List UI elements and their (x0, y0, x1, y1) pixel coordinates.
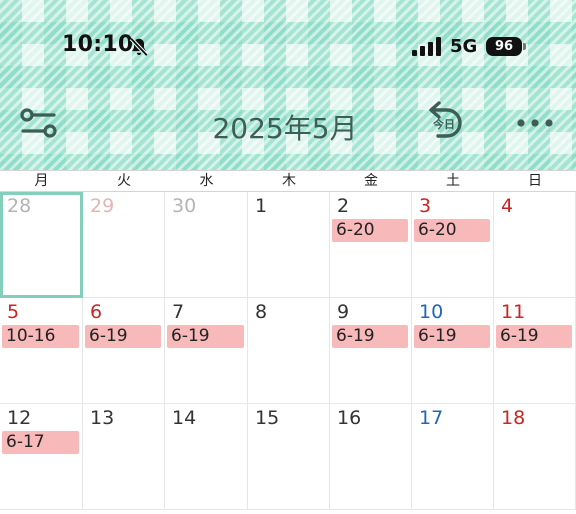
day-number: 2 (337, 195, 350, 217)
battery-indicator: 96 (486, 37, 522, 56)
day-number: 12 (7, 407, 32, 429)
day-number: 5 (7, 301, 20, 323)
day-cell[interactable]: 29 (83, 192, 165, 298)
day-number: 7 (172, 301, 185, 323)
day-cell[interactable]: 18 (494, 404, 576, 510)
status-time: 10:10 (62, 32, 134, 57)
day-number: 10 (419, 301, 444, 323)
day-number: 14 (172, 407, 197, 429)
day-number: 30 (172, 195, 197, 217)
event-chip[interactable]: 6-19 (414, 325, 490, 348)
day-cell[interactable]: 14 (165, 404, 248, 510)
day-cell[interactable]: 7 6-19 (165, 298, 248, 404)
event-chip[interactable]: 6-20 (414, 219, 490, 242)
ellipsis-icon (517, 119, 553, 127)
day-number: 16 (337, 407, 362, 429)
event-chip[interactable]: 6-17 (2, 431, 79, 454)
day-cell[interactable]: 15 (248, 404, 330, 510)
weekday-label: 木 (282, 173, 296, 189)
day-number: 4 (501, 195, 514, 217)
today-button[interactable]: 今日 (420, 100, 470, 146)
day-number: 3 (419, 195, 432, 217)
status-bar: 10:10 5G 96 (0, 0, 576, 92)
day-number: 8 (255, 301, 268, 323)
battery-tip (523, 43, 526, 50)
weekday-label: 金 (364, 173, 378, 189)
event-chip[interactable]: 6-19 (167, 325, 244, 348)
network-type: 5G (450, 36, 478, 57)
day-cell[interactable]: 3 6-20 (412, 192, 494, 298)
month-title: 2025年5月 (212, 112, 358, 145)
day-number: 28 (7, 195, 32, 217)
day-cell[interactable]: 9 6-19 (330, 298, 412, 404)
day-cell[interactable]: 1 (248, 192, 330, 298)
day-number: 1 (255, 195, 268, 217)
day-number: 9 (337, 301, 350, 323)
day-cell[interactable]: 10 6-19 (412, 298, 494, 404)
day-cell[interactable]: 30 (165, 192, 248, 298)
day-cell[interactable]: 8 (248, 298, 330, 404)
calendar-header: 10:10 5G 96 2025年5月 今日 (0, 0, 576, 170)
day-number: 17 (419, 407, 444, 429)
more-button[interactable] (512, 108, 558, 138)
event-chip[interactable]: 6-19 (496, 325, 572, 348)
undo-arrow-icon: 今日 (429, 101, 462, 138)
day-cell[interactable]: 4 (494, 192, 576, 298)
sliders-icon (20, 108, 57, 138)
day-cell[interactable]: 13 (83, 404, 165, 510)
bell-slash-icon (129, 37, 149, 57)
day-cell[interactable]: 6 6-19 (83, 298, 165, 404)
weekday-label: 水 (199, 173, 214, 189)
day-cell-selected[interactable]: 28 (0, 192, 83, 298)
weekday-label: 月 (34, 173, 49, 189)
weekday-label: 火 (117, 173, 131, 189)
filter-button[interactable] (18, 104, 60, 142)
day-number: 15 (255, 407, 280, 429)
weekday-header-row: 月火水木金土日 (0, 170, 576, 192)
day-cell[interactable]: 11 6-19 (494, 298, 576, 404)
day-number: 6 (90, 301, 103, 323)
signal-icon (412, 37, 441, 56)
day-cell[interactable]: 17 (412, 404, 494, 510)
day-number: 13 (90, 407, 115, 429)
day-cell[interactable]: 2 6-20 (330, 192, 412, 298)
event-chip[interactable]: 10-16 (2, 325, 79, 348)
day-number: 11 (501, 301, 526, 323)
day-number: 18 (501, 407, 526, 429)
weekday-label: 日 (528, 173, 542, 189)
event-chip[interactable]: 6-19 (332, 325, 408, 348)
event-chip[interactable]: 6-20 (332, 219, 408, 242)
day-cell[interactable]: 16 (330, 404, 412, 510)
calendar-grid: 月火水木金土日 28 29 30 1 2 6-20 3 6-20 4 5 10-16 6 6-19 7 6-… (0, 170, 576, 514)
event-chip[interactable]: 6-19 (85, 325, 161, 348)
today-label: 今日 (432, 117, 455, 131)
day-cell[interactable]: 12 6-17 (0, 404, 83, 510)
weekday-label: 土 (446, 173, 460, 189)
day-cell[interactable]: 5 10-16 (0, 298, 83, 404)
day-number: 29 (90, 195, 115, 217)
